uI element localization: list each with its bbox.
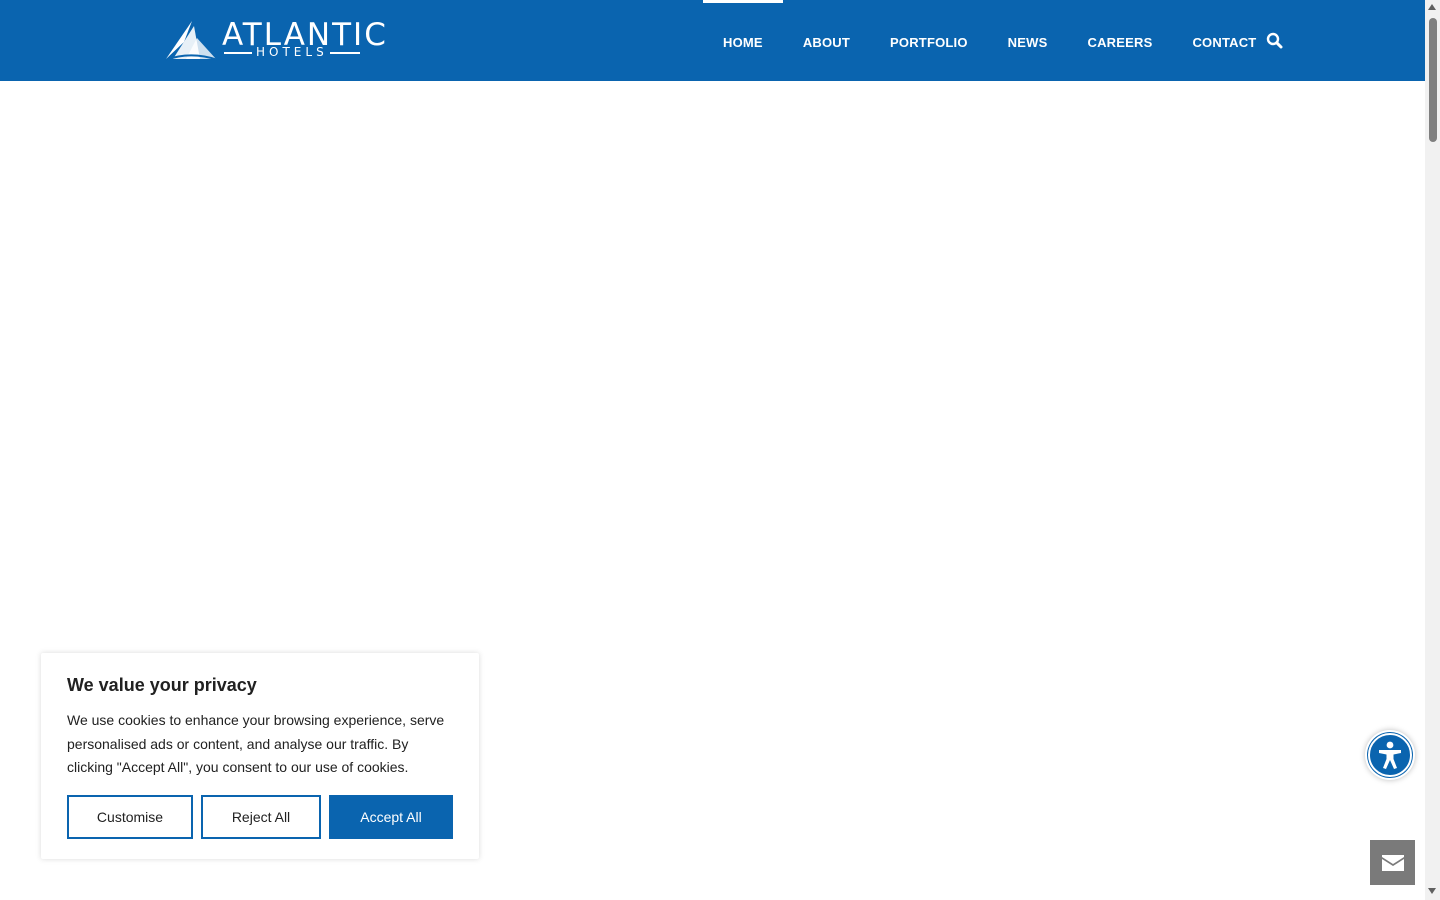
cookie-description: We use cookies to enhance your browsing … bbox=[67, 712, 445, 775]
cookie-title: We value your privacy bbox=[67, 675, 257, 695]
logo-divider-left bbox=[224, 52, 252, 54]
envelope-icon bbox=[1381, 854, 1404, 871]
logo-subtitle: HOTELS bbox=[256, 45, 328, 59]
customise-button[interactable]: Customise bbox=[67, 795, 193, 839]
logo-wordmark: ATLANTIC HOTELS bbox=[222, 18, 386, 62]
accessibility-icon bbox=[1368, 733, 1412, 777]
site-header: ATLANTIC HOTELS HOME ABOUT PORTFOLIO NEW… bbox=[0, 0, 1425, 81]
nav-contact[interactable]: CONTACT bbox=[1172, 0, 1276, 81]
scroll-up-arrow-icon[interactable] bbox=[1428, 4, 1436, 10]
site-logo[interactable]: ATLANTIC HOTELS bbox=[164, 18, 386, 62]
scrollbar-thumb[interactable] bbox=[1429, 18, 1437, 142]
contact-button[interactable] bbox=[1370, 840, 1415, 885]
nav-careers[interactable]: CAREERS bbox=[1067, 0, 1172, 81]
logo-divider-right bbox=[330, 52, 360, 54]
accessibility-button[interactable] bbox=[1365, 730, 1415, 780]
logo-sail-icon bbox=[165, 21, 218, 61]
page: ATLANTIC HOTELS HOME ABOUT PORTFOLIO NEW… bbox=[0, 0, 1440, 900]
search-icon[interactable] bbox=[1266, 32, 1284, 50]
nav-news[interactable]: NEWS bbox=[988, 0, 1068, 81]
cookie-consent-banner: We value your privacy We use cookies to … bbox=[41, 653, 479, 859]
nav-portfolio[interactable]: PORTFOLIO bbox=[870, 0, 988, 81]
reject-all-button[interactable]: Reject All bbox=[201, 795, 321, 839]
main-nav: HOME ABOUT PORTFOLIO NEWS CAREERS CONTAC… bbox=[703, 0, 1276, 81]
scroll-down-arrow-icon[interactable] bbox=[1428, 888, 1436, 894]
accept-all-button[interactable]: Accept All bbox=[329, 795, 453, 839]
nav-home[interactable]: HOME bbox=[703, 0, 783, 81]
nav-about[interactable]: ABOUT bbox=[783, 0, 870, 81]
